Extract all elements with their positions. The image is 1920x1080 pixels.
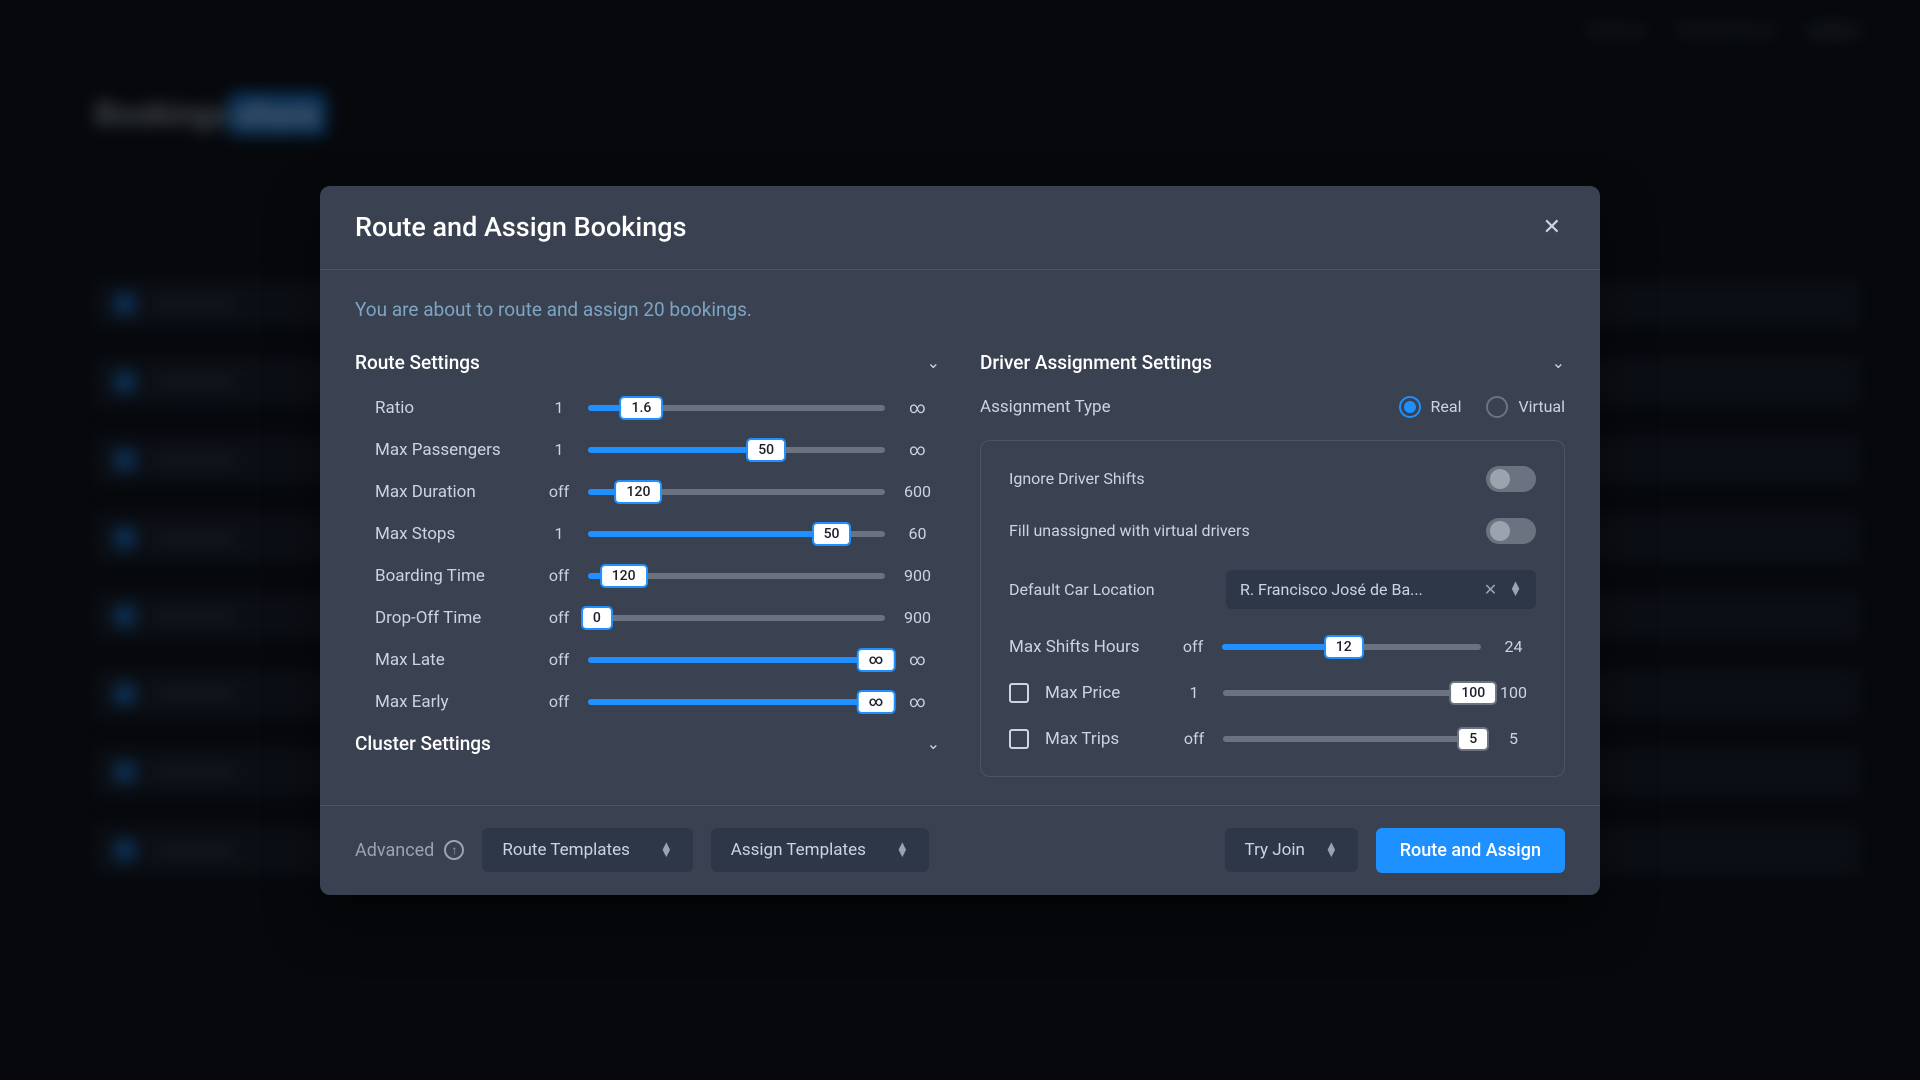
- max-duration-row: Max Duration off 120 600: [355, 480, 940, 504]
- arrow-up-icon: ↑: [444, 840, 464, 860]
- route-and-assign-button[interactable]: Route and Assign: [1376, 828, 1565, 873]
- drop-off-time-row: Drop-Off Time off 0 900: [355, 606, 940, 630]
- section-title: Route Settings: [355, 351, 480, 374]
- select-arrows-icon: ▲▼: [896, 843, 909, 857]
- max-stops-row: Max Stops 1 50 60: [355, 522, 940, 546]
- assignment-type-row: Assignment Type Real Virtual: [980, 396, 1565, 418]
- max-late-row: Max Late off ∞ ∞: [355, 648, 940, 672]
- assign-templates-dropdown[interactable]: Assign Templates ▲▼: [711, 828, 929, 872]
- select-arrows-icon: ▲▼: [1509, 582, 1522, 596]
- driver-settings-header[interactable]: Driver Assignment Settings ⌄: [980, 351, 1565, 374]
- max-price-row: Max Price 1 100 100: [1009, 681, 1536, 705]
- virtual-radio[interactable]: Virtual: [1486, 396, 1565, 418]
- route-settings-header[interactable]: Route Settings ⌄: [355, 351, 940, 374]
- max-duration-slider[interactable]: 120: [588, 480, 885, 504]
- max-trips-slider[interactable]: 5: [1223, 727, 1481, 751]
- ratio-row: Ratio 1 1.6 ∞: [355, 396, 940, 420]
- intro-text: You are about to route and assign 20 boo…: [355, 298, 1565, 321]
- boarding-time-row: Boarding Time off 120 900: [355, 564, 940, 588]
- close-button[interactable]: ✕: [1539, 211, 1565, 244]
- modal-title: Route and Assign Bookings: [355, 211, 687, 243]
- max-trips-checkbox[interactable]: [1009, 729, 1029, 749]
- select-arrows-icon: ▲▼: [660, 843, 673, 857]
- boarding-time-slider[interactable]: 120: [588, 564, 885, 588]
- cluster-settings-header[interactable]: Cluster Settings ⌄: [355, 732, 940, 755]
- ignore-shifts-toggle[interactable]: [1486, 466, 1536, 492]
- section-title: Driver Assignment Settings: [980, 351, 1212, 374]
- driver-settings-box: Ignore Driver Shifts Fill unassigned wit…: [980, 440, 1565, 777]
- fill-virtual-toggle[interactable]: [1486, 518, 1536, 544]
- max-late-slider[interactable]: ∞: [588, 648, 885, 672]
- route-assign-modal: Route and Assign Bookings ✕ You are abou…: [320, 186, 1600, 895]
- max-shifts-slider[interactable]: 12: [1222, 635, 1481, 659]
- try-join-button[interactable]: Try Join ▲▼: [1225, 828, 1358, 872]
- ignore-shifts-label: Ignore Driver Shifts: [1009, 469, 1145, 488]
- max-shifts-row: Max Shifts Hours off 12 24: [1009, 635, 1536, 659]
- max-price-checkbox[interactable]: [1009, 683, 1029, 703]
- default-car-label: Default Car Location: [1009, 580, 1155, 599]
- fill-virtual-label: Fill unassigned with virtual drivers: [1009, 521, 1250, 540]
- max-early-slider[interactable]: ∞: [588, 690, 885, 714]
- section-title: Cluster Settings: [355, 732, 491, 755]
- route-templates-dropdown[interactable]: Route Templates ▲▼: [482, 828, 692, 872]
- drop-off-time-slider[interactable]: 0: [588, 606, 885, 630]
- max-early-row: Max Early off ∞ ∞: [355, 690, 940, 714]
- ratio-slider[interactable]: 1.6: [588, 396, 885, 420]
- max-passengers-row: Max Passengers 1 50 ∞: [355, 438, 940, 462]
- default-car-select[interactable]: R. Francisco José de Ba... ✕ ▲▼: [1226, 570, 1536, 609]
- max-trips-row: Max Trips off 5 5: [1009, 727, 1536, 751]
- real-radio[interactable]: Real: [1399, 396, 1462, 418]
- max-passengers-slider[interactable]: 50: [588, 438, 885, 462]
- clear-icon[interactable]: ✕: [1484, 580, 1497, 599]
- select-arrows-icon: ▲▼: [1325, 843, 1338, 857]
- chevron-down-icon: ⌄: [1552, 353, 1565, 372]
- modal-overlay: Route and Assign Bookings ✕ You are abou…: [0, 0, 1920, 1080]
- chevron-down-icon: ⌄: [927, 734, 940, 753]
- max-stops-slider[interactable]: 50: [588, 522, 885, 546]
- advanced-toggle[interactable]: Advanced ↑: [355, 840, 464, 861]
- chevron-down-icon: ⌄: [927, 353, 940, 372]
- max-price-slider[interactable]: 100: [1223, 681, 1481, 705]
